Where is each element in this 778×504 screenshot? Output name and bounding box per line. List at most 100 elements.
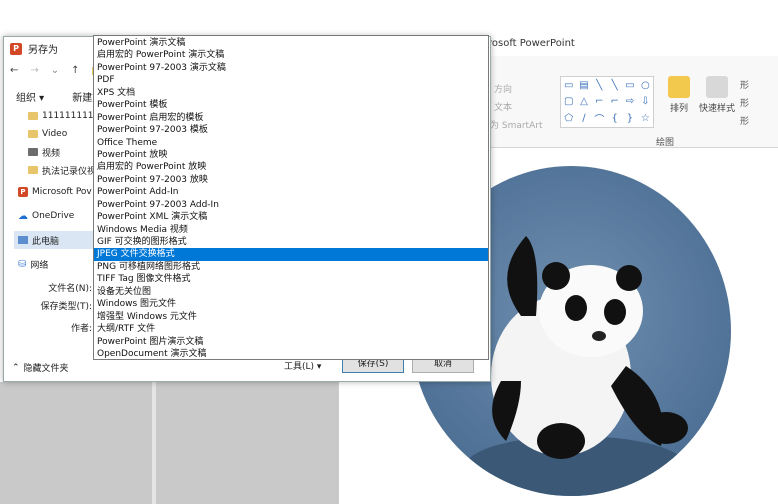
dropdown-option[interactable]: PNG 可移植网络图形格式 bbox=[94, 261, 488, 273]
dropdown-option[interactable]: 设备无关位图 bbox=[94, 286, 488, 298]
quick-styles-button[interactable]: 快速样式 bbox=[696, 76, 738, 114]
cloud-icon: ☁ bbox=[18, 210, 28, 222]
slide-thumbnails-pane bbox=[0, 382, 338, 504]
text-box-shape-icon[interactable]: ▤ bbox=[576, 77, 591, 94]
tree-item-label: OneDrive bbox=[32, 211, 75, 221]
hide-folders-toggle[interactable]: ⌃ 隐藏文件夹 bbox=[12, 361, 69, 375]
shapes-gallery[interactable]: ▭ ▤ ╲ ╲ ▭ ○ ▢ △ ⌐ ⌐ ⇨ ⇩ ⬠ ∕ ⌒ { } ☆ bbox=[560, 76, 654, 128]
pane-splitter[interactable] bbox=[152, 382, 156, 504]
quick-styles-icon bbox=[706, 76, 728, 98]
star-shape-icon[interactable]: ☆ bbox=[638, 110, 653, 127]
oval-shape-icon[interactable]: ○ bbox=[638, 77, 653, 94]
quick-styles-label: 快速样式 bbox=[698, 104, 735, 114]
tree-item-video[interactable]: Video bbox=[14, 125, 100, 143]
triangle-shape-icon[interactable]: △ bbox=[576, 94, 591, 111]
text-direction-button[interactable]: 方向 bbox=[494, 82, 512, 95]
dropdown-option[interactable]: PowerPoint Add-In bbox=[94, 186, 488, 198]
dialog-toolbar: 组织 ▾ 新建文 bbox=[16, 89, 102, 104]
dropdown-option[interactable]: PowerPoint XML 演示文稿 bbox=[94, 211, 488, 223]
dropdown-option[interactable]: 大纲/RTF 文件 bbox=[94, 323, 488, 335]
dropdown-option[interactable]: PowerPoint 97-2003 模板 bbox=[94, 124, 488, 136]
dropdown-option[interactable]: 增强型 Windows 元文件 bbox=[94, 311, 488, 323]
navigation-bar: ← → ⌄ ↑ bbox=[10, 65, 102, 76]
dropdown-option[interactable]: TIFF Tag 图像文件格式 bbox=[94, 273, 488, 285]
window-title: rosoft PowerPoint bbox=[488, 38, 575, 49]
tree-item-recorder[interactable]: 执法记录仪视 bbox=[14, 161, 100, 179]
pentagon-shape-icon[interactable]: ⬠ bbox=[561, 110, 576, 127]
up-icon[interactable]: ↑ bbox=[71, 65, 79, 76]
save-type-dropdown-list[interactable]: PowerPoint 演示文稿 启用宏的 PowerPoint 演示文稿 Power… bbox=[93, 35, 489, 360]
tree-item-network[interactable]: ⛁ 网络 bbox=[14, 255, 100, 273]
dropdown-option[interactable]: Office Theme bbox=[94, 137, 488, 149]
right-arrow-shape-icon[interactable]: ⇨ bbox=[622, 94, 637, 111]
tree-item-label: 视频 bbox=[42, 148, 61, 159]
brace-shape-icon[interactable]: { bbox=[607, 110, 622, 127]
tools-label: 工具(L) bbox=[284, 362, 315, 372]
tree-item-microsoft-powerpoint[interactable]: P Microsoft Pov bbox=[14, 183, 100, 201]
savetype-label: 保存类型(T): bbox=[40, 302, 92, 312]
tree-item-onedrive[interactable]: ☁ OneDrive bbox=[14, 207, 100, 225]
back-icon[interactable]: ← bbox=[10, 65, 18, 76]
connector-shape-icon[interactable]: ⌐ bbox=[592, 94, 607, 111]
convert-smartart-button[interactable]: 为 SmartArt bbox=[490, 118, 542, 131]
navigation-tree: 1111111111 Video 视频 执法记录仪视 P Microsoft P… bbox=[14, 107, 100, 273]
filename-label: 文件名(N): bbox=[48, 284, 92, 294]
tree-item-label: 执法记录仪视 bbox=[42, 166, 97, 177]
tree-item-1111111111[interactable]: 1111111111 bbox=[14, 107, 100, 125]
tree-item-label: 网络 bbox=[30, 260, 49, 271]
organize-button[interactable]: 组织 ▾ bbox=[16, 89, 44, 104]
shape-outline-button[interactable]: 形 bbox=[740, 96, 749, 109]
folder-icon bbox=[28, 166, 38, 174]
dropdown-option[interactable]: PowerPoint 模板 bbox=[94, 99, 488, 111]
align-text-button[interactable]: 文本 bbox=[494, 100, 512, 113]
dropdown-option[interactable]: PowerPoint 97-2003 演示文稿 bbox=[94, 62, 488, 74]
folder-icon bbox=[28, 130, 38, 138]
tree-item-this-pc[interactable]: 此电脑 bbox=[14, 231, 100, 249]
dropdown-option[interactable]: PowerPoint 图片演示文稿 bbox=[94, 336, 488, 348]
hide-folders-label: 隐藏文件夹 bbox=[23, 364, 69, 374]
dialog-title-bar: P 另存为 bbox=[10, 41, 58, 56]
drawing-group-label: 绘图 bbox=[656, 138, 675, 148]
arrange-button[interactable]: 排列 bbox=[664, 76, 694, 114]
ribbon: 方向 文本 为 SmartArt ▭ ▤ ╲ ╲ ▭ ○ ▢ △ ⌐ ⌐ ⇨ ⇩… bbox=[488, 56, 778, 148]
dropdown-option[interactable]: 启用宏的 PowerPoint 放映 bbox=[94, 161, 488, 173]
dropdown-option[interactable]: PowerPoint 启用宏的模板 bbox=[94, 112, 488, 124]
tree-item-label: 此电脑 bbox=[32, 236, 60, 247]
dropdown-option[interactable]: PDF bbox=[94, 74, 488, 86]
tools-dropdown[interactable]: 工具(L) ▾ bbox=[284, 359, 321, 372]
curve-shape-icon[interactable]: ∕ bbox=[576, 110, 591, 127]
arc-shape-icon[interactable]: ⌒ bbox=[592, 110, 607, 127]
tree-item-label: Microsoft Pov bbox=[32, 187, 92, 197]
powerpoint-icon: P bbox=[18, 187, 28, 197]
dropdown-option[interactable]: XPS 文档 bbox=[94, 87, 488, 99]
computer-icon bbox=[18, 236, 28, 244]
forward-icon[interactable]: → bbox=[30, 65, 38, 76]
dropdown-option[interactable]: GIF 可交换的图形格式 bbox=[94, 236, 488, 248]
image-shape-icon[interactable]: ▭ bbox=[561, 77, 576, 94]
shape-fill-button[interactable]: 形 bbox=[740, 78, 749, 91]
rectangle-shape-icon[interactable]: ▭ bbox=[622, 77, 637, 94]
tree-item-videos[interactable]: 视频 bbox=[14, 143, 100, 161]
folder-icon bbox=[28, 112, 38, 120]
dropdown-option[interactable]: PowerPoint 97-2003 放映 bbox=[94, 174, 488, 186]
chevron-down-icon: ▾ bbox=[316, 362, 322, 372]
brace-shape-icon[interactable]: } bbox=[622, 110, 637, 127]
dropdown-option[interactable]: OpenDocument 演示文稿 bbox=[94, 348, 488, 360]
dropdown-option[interactable]: Windows Media 视频 bbox=[94, 224, 488, 236]
tree-item-label: 1111111111 bbox=[42, 111, 100, 121]
rounded-rect-shape-icon[interactable]: ▢ bbox=[561, 94, 576, 111]
video-folder-icon bbox=[28, 148, 38, 156]
down-arrow-shape-icon[interactable]: ⇩ bbox=[638, 94, 653, 111]
dropdown-option[interactable]: Windows 图元文件 bbox=[94, 298, 488, 310]
connector-shape-icon[interactable]: ⌐ bbox=[607, 94, 622, 111]
line-shape-icon[interactable]: ╲ bbox=[592, 77, 607, 94]
tree-item-label: Video bbox=[42, 129, 68, 139]
dropdown-option[interactable]: PowerPoint 放映 bbox=[94, 149, 488, 161]
recent-dropdown-icon[interactable]: ⌄ bbox=[51, 65, 59, 76]
dropdown-option[interactable]: PowerPoint 演示文稿 bbox=[94, 37, 488, 49]
dropdown-option[interactable]: PowerPoint 97-2003 Add-In bbox=[94, 199, 488, 211]
shape-effects-button[interactable]: 形 bbox=[740, 114, 749, 127]
dropdown-option-selected[interactable]: JPEG 文件交换格式 bbox=[94, 248, 488, 261]
line-shape-icon[interactable]: ╲ bbox=[607, 77, 622, 94]
dropdown-option[interactable]: 启用宏的 PowerPoint 演示文稿 bbox=[94, 49, 488, 61]
